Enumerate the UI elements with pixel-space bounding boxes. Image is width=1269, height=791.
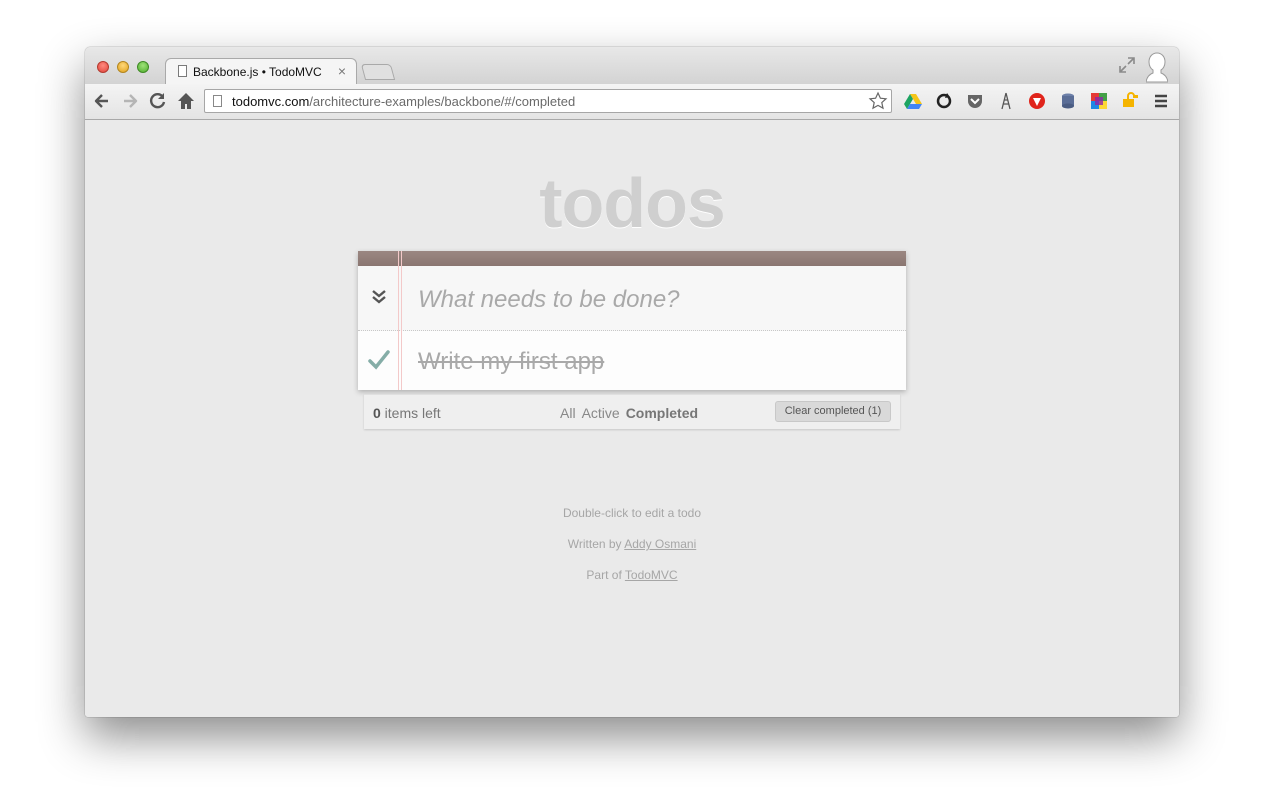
address-bar[interactable]: todomvc.com/architecture-examples/backbo… [204, 89, 892, 113]
tab-title: Backbone.js • TodoMVC [193, 65, 322, 79]
tower-icon[interactable] [997, 92, 1015, 110]
close-window-button[interactable] [97, 61, 109, 73]
forward-icon[interactable] [120, 91, 140, 111]
home-icon[interactable] [176, 91, 196, 111]
author-link[interactable]: Addy Osmani [624, 537, 696, 551]
toggle-all-icon[interactable] [372, 290, 386, 304]
profile-icon[interactable] [1146, 51, 1168, 83]
url-host: todomvc.com [232, 94, 310, 109]
drive-icon[interactable] [904, 92, 922, 110]
written-by: Written by Addy Osmani [85, 537, 1179, 551]
title-bar: Backbone.js • TodoMVC × [85, 47, 1179, 85]
check-icon[interactable] [368, 349, 390, 371]
filter-all[interactable]: All [560, 405, 576, 421]
filter-completed[interactable]: Completed [626, 405, 698, 421]
clear-completed-button[interactable]: Clear completed (1) [775, 401, 891, 422]
opera-icon[interactable] [1028, 92, 1046, 110]
maximize-window-button[interactable] [137, 61, 149, 73]
star-icon[interactable] [868, 91, 888, 111]
edit-hint: Double-click to edit a todo [562, 506, 702, 520]
tab-close-icon[interactable]: × [338, 63, 346, 79]
url-path: /architecture-examples/backbone/#/comple… [309, 94, 576, 109]
browser-window: Backbone.js • TodoMVC × todomvc.com/arch… [85, 47, 1179, 717]
todo-app: Write my first app [358, 251, 906, 390]
key-icon[interactable] [1121, 92, 1139, 110]
part-of-label: Part of [586, 568, 625, 582]
browser-tab[interactable]: Backbone.js • TodoMVC × [165, 58, 357, 85]
todo-label[interactable]: Write my first app [418, 348, 604, 376]
header-bar [358, 251, 906, 266]
pocket-icon[interactable] [966, 92, 984, 110]
part-of: Part of TodoMVC [85, 568, 1179, 582]
reload-icon[interactable] [148, 91, 168, 111]
sync-icon[interactable] [935, 92, 953, 110]
fullscreen-icon[interactable] [1119, 57, 1135, 73]
filters: All Active Completed [560, 405, 704, 421]
todo-count: 0 items left [373, 405, 441, 421]
todo-footer: 0 items left All Active Completed Clear co… [364, 394, 900, 429]
menu-icon[interactable] [1152, 92, 1170, 110]
filter-active[interactable]: Active [582, 405, 620, 421]
project-link[interactable]: TodoMVC [625, 568, 678, 582]
app-title: todos [539, 164, 726, 242]
todo-count-number: 0 [373, 405, 381, 421]
written-by-label: Written by [567, 537, 625, 551]
todo-count-suffix: items left [380, 405, 441, 421]
new-tab-button[interactable] [360, 64, 396, 80]
puzzle-icon[interactable] [1090, 92, 1108, 110]
new-todo-row [358, 266, 906, 331]
page-content: todos Write my first app 0 items left Al… [85, 120, 1179, 717]
page-icon [178, 65, 187, 77]
browser-toolbar: todomvc.com/architecture-examples/backbo… [85, 84, 1179, 120]
database-icon[interactable] [1059, 92, 1077, 110]
new-todo-input[interactable] [418, 284, 888, 316]
url-text[interactable]: todomvc.com/architecture-examples/backbo… [232, 94, 575, 109]
minimize-window-button[interactable] [117, 61, 129, 73]
todo-item[interactable]: Write my first app [358, 331, 906, 390]
page-icon [213, 95, 222, 107]
back-icon[interactable] [92, 91, 112, 111]
